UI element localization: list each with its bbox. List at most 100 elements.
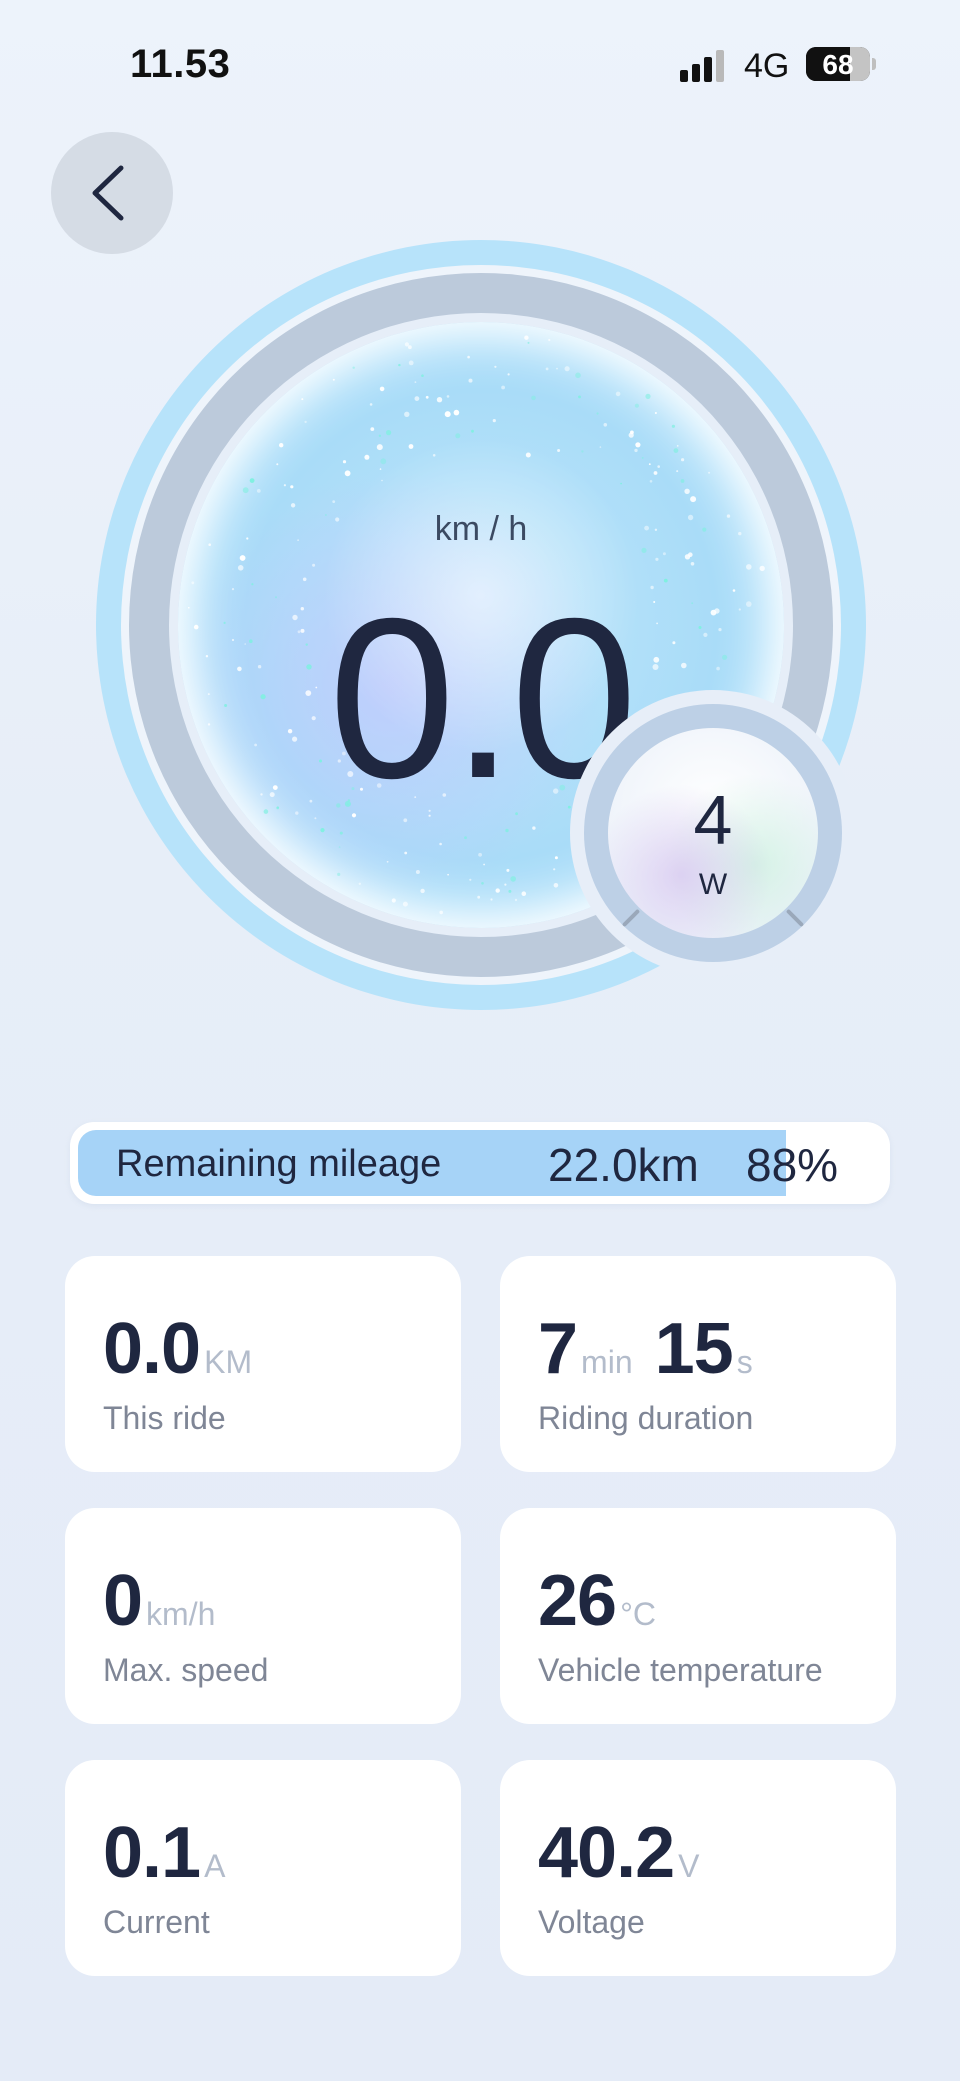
battery-icon: 68 [806,47,870,81]
sparkle-dot [505,828,509,833]
sparkle-dot [425,395,429,399]
sparkle-dot [379,468,382,470]
temperature-label: Vehicle temperature [538,1652,823,1688]
sparkle-dot [596,412,599,415]
sparkle-dot [404,342,409,347]
sparkle-dot [332,378,335,381]
sparkle-dot [432,454,436,457]
sparkle-dot [477,895,481,899]
sparkle-dot [444,411,451,418]
sparkle-dot [653,471,658,475]
sparkle-dot [635,442,641,448]
sparkle-dot [370,427,375,431]
sparkle-dot [398,363,401,367]
sparkle-dot [554,856,558,860]
sparkle-dot [494,365,497,368]
sparkle-dot [379,386,385,392]
sparkle-dot [239,555,246,561]
sparkle-dot [455,433,461,439]
sparkle-dot [314,817,317,820]
badge-tick-right [785,908,805,928]
sparkle-dot [237,565,244,571]
battery-level: 68 [822,49,854,80]
sparkle-dot [708,471,711,474]
voltage-unit: V [678,1848,700,1884]
sparkle-dot [676,445,679,447]
current-value: 0.1 [103,1813,201,1893]
sparkle-dot [381,479,383,482]
duration-label: Riding duration [538,1400,754,1436]
card-current: 0.1 A Current [65,1760,461,1976]
sparkle-dot [439,842,442,846]
current-unit: A [204,1848,226,1884]
sparkle-dot [506,868,510,872]
sparkle-dot [478,852,482,857]
max-speed-value: 0 [103,1561,143,1641]
sparkle-dot [649,480,653,483]
power-unit: W [698,868,728,901]
sparkle-dot [364,454,370,460]
sparkle-dot [553,868,556,871]
sparkle-dot [690,496,697,503]
sparkle-dot [481,882,484,885]
temperature-value: 26 [538,1561,617,1641]
network-label: 4G [744,47,790,85]
sparkle-dot [507,373,510,376]
sparkle-dot [676,470,679,473]
sparkle-dot [352,366,355,369]
sparkle-dot [645,393,651,399]
sparkle-dot [249,478,255,483]
sparkle-dot [581,450,584,453]
sparkle-dot [337,872,341,877]
sparkle-dot [402,901,408,907]
sparkle-dot [654,412,657,414]
sparkle-dot [490,898,493,901]
sparkle-dot [657,465,660,468]
sparkle-dot [501,385,505,390]
power-value: 4 [693,781,733,859]
sparkle-dot [386,430,392,436]
sparkle-dot [525,452,531,458]
sparkle-dot [415,870,420,874]
sparkle-dot [404,851,408,855]
sparkle-dot [504,883,507,886]
sparkle-dot [680,479,685,483]
sparkle-dot [673,448,679,453]
sparkle-dot [380,458,387,465]
sparkle-dot [256,489,261,493]
sparkle-dot [408,345,412,350]
sparkle-dot [575,863,579,867]
sparkle-dot [662,552,666,556]
power-badge: 4 W [584,704,842,962]
card-max-speed: 0 km/h Max. speed [65,1508,461,1724]
sparkle-dot [386,860,389,863]
sparkle-dot [446,395,450,398]
sparkle-dot [634,448,638,453]
sparkle-dot [655,557,659,561]
sparkle-dot [599,446,602,448]
sparkle-dot [404,411,410,417]
sparkle-dot [548,338,551,342]
ride-label: This ride [103,1400,226,1436]
card-vehicle-temperature: 26 °C Vehicle temperature [500,1508,896,1724]
sparkle-dot [447,873,449,876]
sparkle-dot [524,335,529,340]
sparkle-dot [414,381,417,383]
sparkle-dot [641,457,644,459]
power-inner: 4 W [608,728,818,938]
current-label: Current [103,1904,210,1940]
sparkle-dot [468,378,473,383]
sparkle-dot [338,846,341,848]
sparkle-dot [301,398,304,401]
mileage-distance: 22.0km [548,1139,699,1191]
sparkle-dot [495,888,500,893]
sparkle-dot [283,484,286,487]
sparkle-dot [521,891,527,896]
sparkle-dot [439,910,444,915]
sparkle-dot [408,444,414,449]
sparkle-dot [312,563,316,567]
sparkle-dot [483,863,485,866]
sparkle-dot [471,429,474,433]
remaining-mileage-bar: Remaining mileage 22.0km 88% [70,1122,890,1204]
sparkle-dot [320,828,325,833]
